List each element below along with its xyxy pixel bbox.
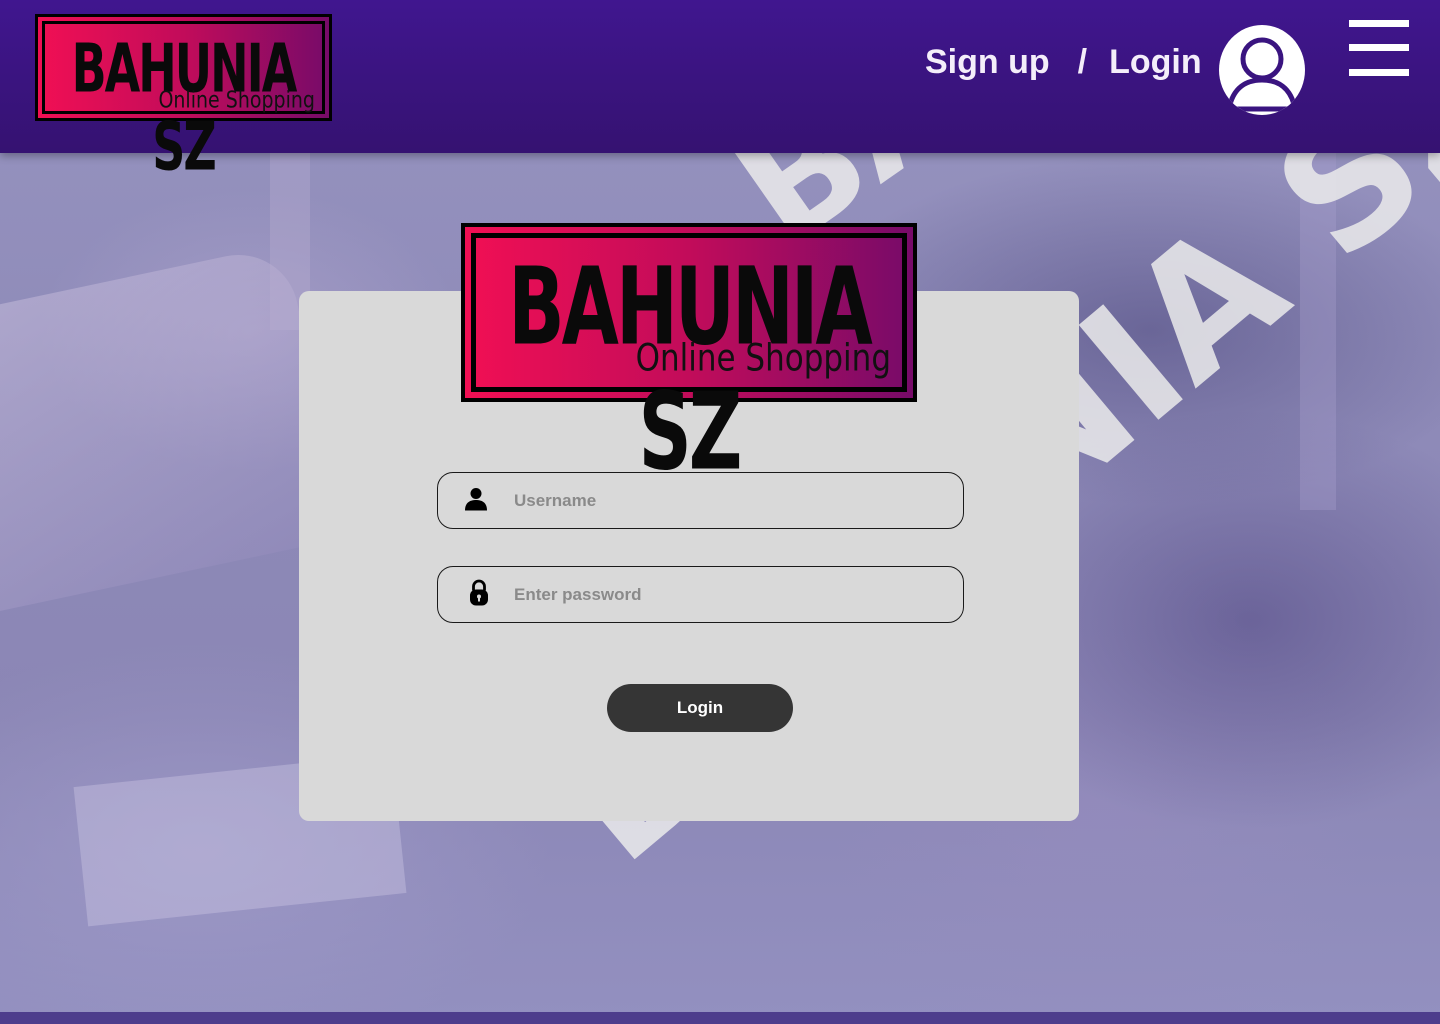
menu-bar bbox=[1349, 44, 1409, 51]
logo-subtitle: Online Shopping bbox=[635, 337, 891, 381]
footer-strip bbox=[0, 1012, 1440, 1024]
password-field[interactable] bbox=[437, 566, 964, 623]
menu-bar bbox=[1349, 69, 1409, 76]
signup-link[interactable]: Sign up bbox=[925, 43, 1050, 82]
top-navbar: BAHUNIA SZ Online Shopping Sign up / Log… bbox=[0, 0, 1440, 186]
username-input[interactable] bbox=[514, 473, 944, 528]
auth-nav: Sign up / Login bbox=[925, 40, 1202, 84]
username-field[interactable] bbox=[437, 472, 964, 529]
lock-icon bbox=[469, 578, 489, 611]
hamburger-menu-icon[interactable] bbox=[1349, 20, 1411, 78]
menu-bar bbox=[1349, 20, 1409, 27]
user-avatar-icon[interactable] bbox=[1219, 25, 1305, 115]
login-button[interactable]: Login bbox=[607, 684, 793, 732]
login-link[interactable]: Login bbox=[1109, 43, 1202, 82]
logo-subtitle: Online Shopping bbox=[158, 87, 315, 114]
user-icon bbox=[464, 486, 488, 515]
nav-separator: / bbox=[1077, 42, 1088, 81]
header-logo[interactable]: BAHUNIA SZ Online Shopping bbox=[35, 14, 332, 186]
user-silhouette-icon bbox=[1226, 37, 1298, 112]
password-input[interactable] bbox=[514, 567, 944, 622]
card-logo: BAHUNIA SZ Online Shopping bbox=[461, 223, 917, 494]
